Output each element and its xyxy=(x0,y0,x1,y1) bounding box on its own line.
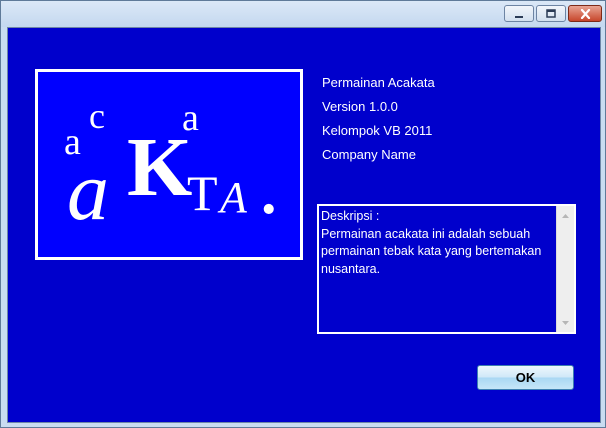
logo-letter-small-c: c xyxy=(89,96,105,136)
dialog-body: a c a a K T A . Permainan Acakata Versio… xyxy=(7,27,601,423)
logo-dot: . xyxy=(261,159,277,227)
maximize-icon xyxy=(546,8,556,18)
logo-letter-big-t: T xyxy=(187,165,218,221)
logo-letter-big-k: K xyxy=(127,121,192,214)
about-dialog-window: a c a a K T A . Permainan Acakata Versio… xyxy=(0,0,606,428)
ok-button[interactable]: OK xyxy=(477,365,574,390)
maximize-button[interactable] xyxy=(536,5,566,22)
close-icon xyxy=(580,8,590,19)
acakata-logo: a c a a K T A . xyxy=(35,69,303,260)
chevron-up-icon xyxy=(561,213,569,218)
version-label: Version 1.0.0 xyxy=(322,99,398,114)
logo-letter-big-a2: A xyxy=(217,173,248,222)
minimize-button[interactable] xyxy=(504,5,534,22)
description-scrollbar[interactable] xyxy=(556,206,574,332)
close-button[interactable] xyxy=(568,5,602,22)
copyright-label: Kelompok VB 2011 xyxy=(322,123,433,138)
minimize-icon xyxy=(515,15,523,18)
logo-artwork: a c a a K T A . xyxy=(64,96,277,238)
product-name-label: Permainan Acakata xyxy=(322,75,435,90)
logo-letter-big-a: a xyxy=(67,145,109,238)
title-bar xyxy=(1,1,605,27)
scroll-up-button[interactable] xyxy=(557,207,573,223)
scroll-down-button[interactable] xyxy=(557,315,573,331)
description-text: Deskripsi : Permainan acakata ini adalah… xyxy=(321,209,542,276)
description-textbox[interactable]: Deskripsi : Permainan acakata ini adalah… xyxy=(317,204,576,334)
chevron-down-icon xyxy=(561,320,569,325)
company-name-label: Company Name xyxy=(322,147,416,162)
